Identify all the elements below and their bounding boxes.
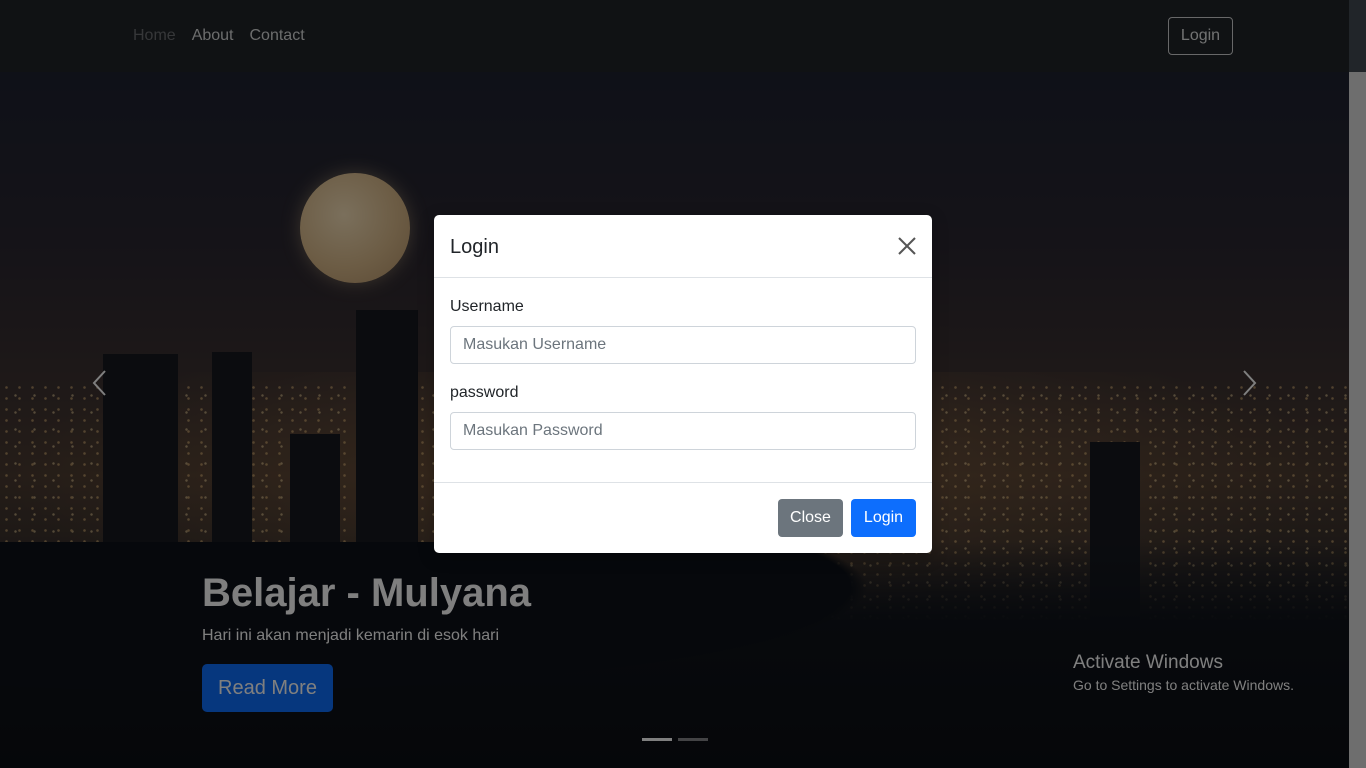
- page-scrollbar[interactable]: [1349, 72, 1366, 768]
- password-label: password: [450, 384, 519, 401]
- login-button[interactable]: Login: [851, 499, 916, 537]
- login-modal: Login Username password Close Login: [434, 215, 932, 553]
- modal-title: Login: [450, 236, 499, 258]
- close-icon: [898, 237, 916, 255]
- username-label: Username: [450, 298, 524, 315]
- password-input[interactable]: [450, 412, 916, 450]
- modal-footer-divider: [434, 482, 932, 483]
- close-button[interactable]: Close: [778, 499, 843, 537]
- modal-close-button[interactable]: [894, 233, 920, 259]
- modal-header: Login: [434, 215, 932, 278]
- username-input[interactable]: [450, 326, 916, 364]
